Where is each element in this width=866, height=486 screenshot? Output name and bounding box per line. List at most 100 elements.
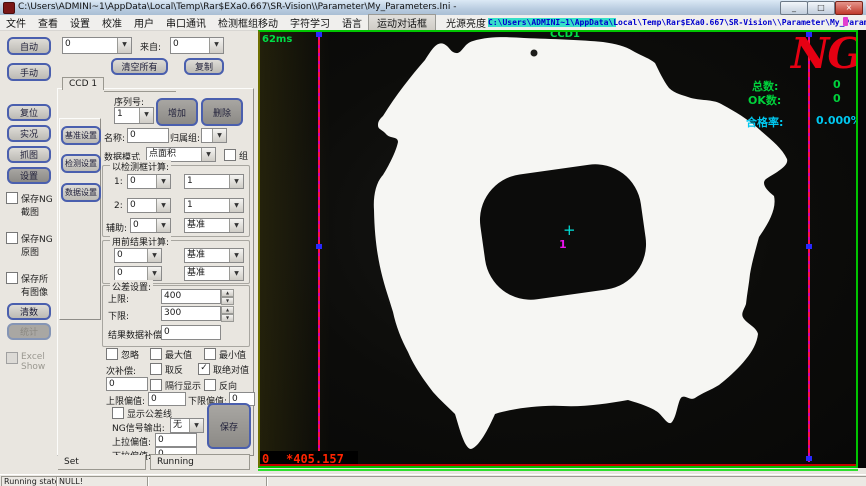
data-settings-button[interactable]: 数据设置 [61, 183, 101, 202]
spinner-down-icon[interactable]: ▼ [221, 314, 234, 322]
camera-bottom-line [258, 469, 858, 471]
spinner-up-icon[interactable]: ▲ [221, 306, 234, 314]
guide-handle[interactable] [806, 456, 812, 461]
reverse-checkbox[interactable]: 反向 [204, 379, 237, 392]
chevron-down-icon: ▼ [139, 108, 153, 123]
select-value: 无 [171, 419, 189, 432]
save-all-images-checkbox[interactable]: 保存所有图像 [6, 272, 54, 298]
tab-set[interactable]: Set [58, 455, 146, 470]
calc-frame-r1b-select[interactable]: 1 ▼ [184, 174, 244, 189]
max-checkbox[interactable]: 最大值 [150, 348, 192, 361]
pullup-offset-input[interactable]: 0 [155, 433, 197, 447]
close-button[interactable]: × [835, 1, 863, 15]
excel-show-checkbox[interactable]: Excel Show [6, 352, 54, 372]
guide-handle[interactable] [316, 32, 322, 37]
group-select[interactable]: ▼ [201, 128, 227, 143]
min-checkbox[interactable]: 最小值 [204, 348, 246, 361]
program-select-value: 0 [63, 38, 117, 53]
program-select[interactable]: 0 ▼ [62, 37, 132, 54]
live-button[interactable]: 实况 [7, 125, 51, 142]
lower-limit-spinner[interactable]: ▲ ▼ [221, 306, 234, 321]
auto-button[interactable]: 自动 [7, 37, 51, 55]
absolute-checkbox[interactable]: ✓ 取绝对值 [198, 363, 249, 376]
clear-count-button[interactable]: 清数 [7, 303, 51, 320]
minimize-button[interactable]: _ [780, 1, 808, 15]
capture-button[interactable]: 抓图 [7, 146, 51, 163]
save-ng-shot-checkbox[interactable]: 保存NG截图 [6, 192, 54, 218]
guide-handle[interactable] [806, 244, 812, 249]
camera-viewport[interactable]: 62ms CCD1 NG 总数: 0 OK数: 0 合格率: 0.000% + … [258, 30, 858, 468]
checkbox-box [150, 348, 162, 360]
prev-r2a-select[interactable]: 0 ▼ [114, 266, 162, 281]
ignore-checkbox[interactable]: 忽略 [106, 348, 139, 361]
ini-path-text: C:\Users\ADMINI~1\AppData\Local\Temp\Rar… [488, 18, 866, 27]
menu-motion-dialog[interactable]: 运动对话框 [368, 14, 436, 31]
alt-display-label: 隔行显示 [165, 379, 201, 392]
crosshair-marker: + [563, 221, 576, 239]
reset-button[interactable]: 复位 [7, 104, 51, 121]
copy-button[interactable]: 复制 [184, 58, 224, 75]
upper-offset-input[interactable]: 0 [148, 392, 186, 406]
name-input[interactable]: 0 [127, 128, 169, 143]
from-select[interactable]: 0 ▼ [170, 37, 224, 54]
upper-limit-input[interactable]: 400 [161, 289, 221, 304]
name-label: 名称: [104, 131, 125, 144]
prev-r1b-select[interactable]: 基准 ▼ [184, 248, 244, 263]
save-ng-raw-checkbox[interactable]: 保存NG原图 [6, 232, 54, 258]
result-comp-input[interactable]: 0 [161, 325, 221, 340]
delete-button[interactable]: 删除 [201, 98, 243, 126]
select-value: 0 [128, 175, 156, 188]
checkbox-box [150, 363, 162, 375]
menu-serial-comm[interactable]: 串口通讯 [160, 15, 212, 30]
pullup-offset-label: 上拉偏值: [112, 435, 151, 448]
save-button[interactable]: 保存 [207, 403, 251, 449]
spinner-up-icon[interactable]: ▲ [221, 289, 234, 297]
clear-all-button[interactable]: 清空所有 [111, 58, 168, 75]
save-all-images-label: 保存所有图像 [21, 272, 53, 298]
menu-file[interactable]: 文件 [0, 15, 32, 30]
show-tolerance-checkbox[interactable]: 显示公差线 [112, 407, 172, 420]
menu-char-learning[interactable]: 字符学习 [284, 15, 336, 30]
absolute-label: 取绝对值 [213, 363, 249, 376]
chevron-down-icon: ▼ [189, 419, 203, 432]
chevron-down-icon: ▼ [229, 249, 243, 262]
ng-output-select[interactable]: 无 ▼ [170, 418, 204, 433]
calc-frame-row1-label: 1: [114, 177, 123, 187]
menu-calibration[interactable]: 校准 [96, 15, 128, 30]
calc-frame-r2b-select[interactable]: 1 ▼ [184, 198, 244, 213]
invert-checkbox[interactable]: 取反 [150, 363, 183, 376]
alt-display-checkbox[interactable]: 隔行显示 [150, 379, 201, 392]
prev-r1a-select[interactable]: 0 ▼ [114, 248, 162, 263]
menu-user[interactable]: 用户 [128, 15, 160, 30]
chevron-down-icon: ▼ [156, 199, 170, 212]
chevron-down-icon: ▼ [229, 267, 243, 280]
manual-button[interactable]: 手动 [7, 63, 51, 81]
guide-handle[interactable] [316, 244, 322, 249]
sec-comp-input[interactable]: 0 [106, 377, 148, 391]
caret-marker [843, 17, 848, 26]
calc-frame-r1a-select[interactable]: 0 ▼ [127, 174, 171, 189]
checkbox-box [224, 149, 236, 161]
settings-button[interactable]: 设置 [7, 167, 51, 184]
spinner-down-icon[interactable]: ▼ [221, 297, 234, 305]
upper-limit-spinner[interactable]: ▲ ▼ [221, 289, 234, 304]
prev-r2b-select[interactable]: 基准 ▼ [184, 266, 244, 281]
reference-settings-button[interactable]: 基准设置 [61, 126, 101, 145]
menu-settings[interactable]: 设置 [64, 15, 96, 30]
tab-running[interactable]: Running [150, 454, 250, 470]
menu-language[interactable]: 语言 [336, 15, 368, 30]
lower-limit-input[interactable]: 300 [161, 306, 221, 321]
checkbox-box [150, 379, 162, 391]
maximize-button[interactable]: □ [807, 1, 835, 15]
group-mode-checkbox[interactable]: 组 [224, 149, 248, 162]
add-button[interactable]: 增加 [156, 98, 198, 126]
aux-select[interactable]: 0 ▼ [130, 218, 171, 233]
aux-ref-select[interactable]: 基准 ▼ [184, 218, 244, 233]
tab-ccd1[interactable]: CCD 1 [62, 77, 104, 90]
calc-frame-r2a-select[interactable]: 0 ▼ [127, 198, 171, 213]
select-value: 1 [185, 175, 229, 188]
menu-view[interactable]: 查看 [32, 15, 64, 30]
serial-select[interactable]: 1 ▼ [114, 107, 154, 124]
menu-frame-group-move[interactable]: 检测框组移动 [212, 15, 284, 30]
detect-settings-button[interactable]: 检测设置 [61, 154, 101, 173]
